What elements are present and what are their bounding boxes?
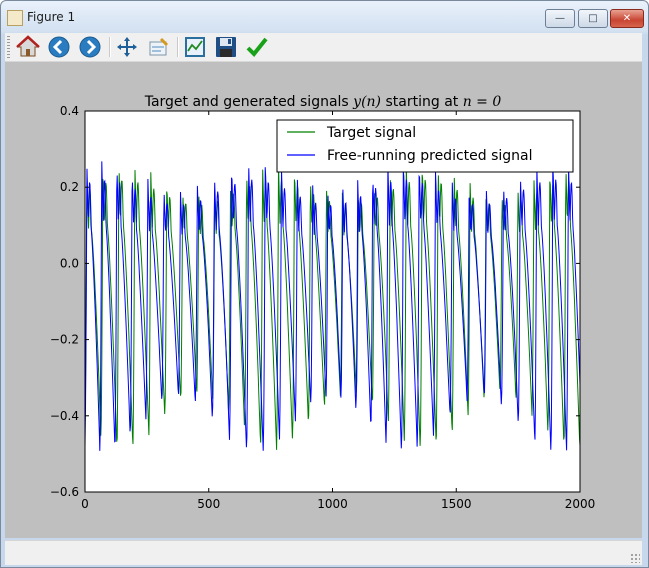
forward-button[interactable] [78,35,102,59]
floppy-disk-icon [216,37,236,57]
y-tick-label: −0.6 [50,485,79,499]
move-arrows-icon [117,37,137,57]
chart-title-math-yn: y(n) [352,94,381,110]
chart-title: Target and generated signals y(n) starti… [144,94,502,110]
legend-label-target: Target signal [326,125,416,141]
figure-window: Figure 1 — □ ✕ Target and generated sign… [0,0,649,568]
home-button[interactable] [16,35,40,59]
y-tick-label: 0.2 [60,180,79,194]
chart-title-text-2: starting at [381,94,463,110]
toolbar-separator [177,37,179,57]
chart-title-text: Target and generated signals [144,94,353,110]
toolbar-separator [109,37,111,57]
resize-grip-icon[interactable] [630,553,640,563]
y-tick-label: −0.4 [50,409,79,423]
checkmark-icon [246,37,268,57]
app-icon [7,10,23,26]
subplots-button[interactable] [183,35,207,59]
zoom-rect-icon [149,37,169,56]
x-tick-label: 0 [81,497,89,511]
zoom-button[interactable] [146,35,170,59]
toolbar-grip[interactable] [7,36,10,58]
legend-label-predicted: Free-running predicted signal [327,148,533,164]
navigation-toolbar [5,33,642,62]
edit-parameters-button[interactable] [245,35,269,59]
figure-canvas[interactable]: Target and generated signals y(n) starti… [5,62,642,538]
subplots-config-icon [185,37,205,57]
x-tick-label: 1500 [441,497,472,511]
pan-button[interactable] [115,35,139,59]
status-bar [5,540,642,565]
home-icon [16,35,40,57]
y-tick-label: 0.4 [60,104,79,118]
legend: Target signal Free-running predicted sig… [276,119,574,173]
back-button[interactable] [47,35,71,59]
minimize-button[interactable]: — [545,9,575,28]
window-title: Figure 1 [27,10,76,24]
x-tick-label: 1000 [317,497,348,511]
arrow-right-icon [79,36,101,58]
title-bar: Figure 1 — □ ✕ [1,1,648,33]
y-tick-label: 0.0 [60,256,79,270]
save-button[interactable] [214,35,238,59]
x-tick-label: 500 [197,497,220,511]
x-tick-label: 2000 [565,497,596,511]
legend-box [276,119,574,173]
line-chart[interactable]: Target and generated signals y(n) starti… [5,62,642,538]
chart-title-math-n0: n = 0 [463,94,502,110]
arrow-left-icon [48,36,70,58]
close-button[interactable]: ✕ [610,9,644,28]
y-tick-label: −0.2 [50,333,79,347]
maximize-button[interactable]: □ [578,9,608,28]
